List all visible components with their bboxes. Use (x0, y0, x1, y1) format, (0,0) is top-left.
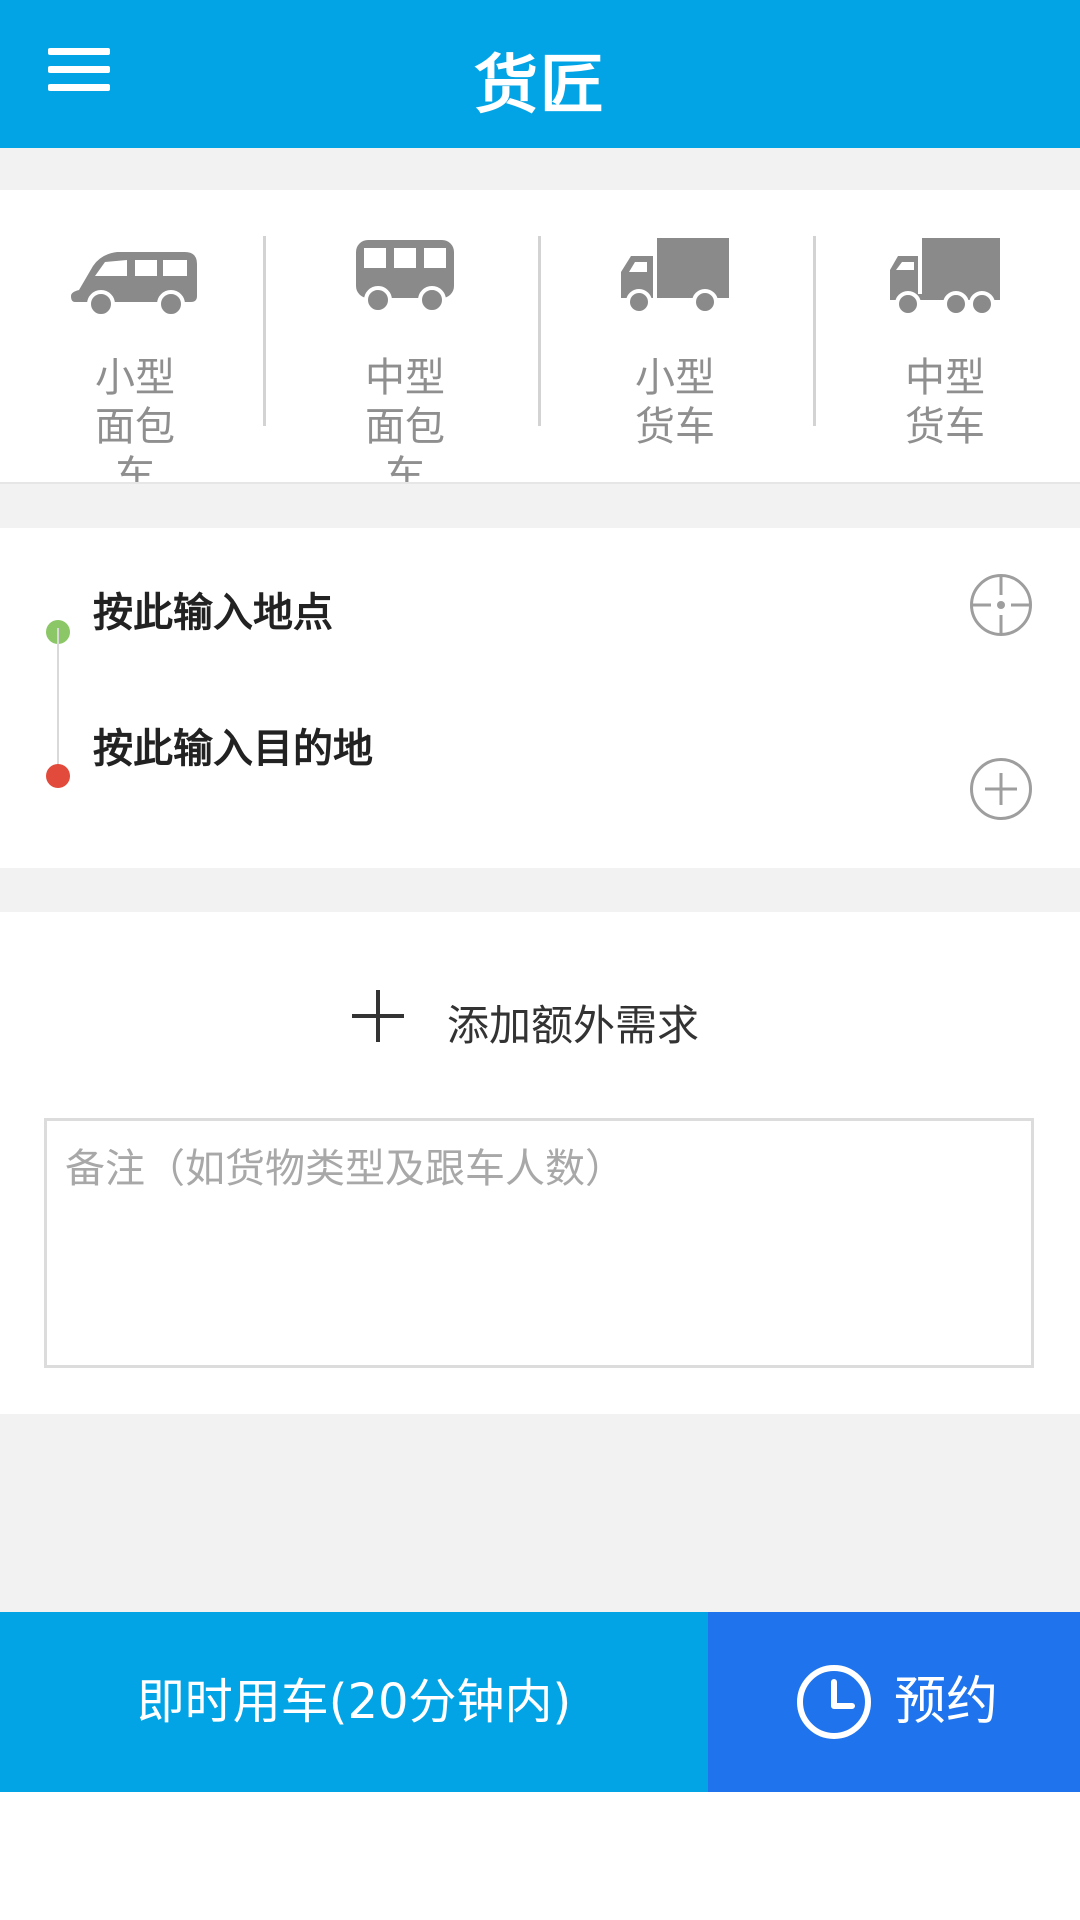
vehicle-label: 小型面包车 (95, 355, 175, 482)
small-truck-icon (621, 238, 729, 315)
extras-panel: 添加额外需求 (0, 912, 1080, 1414)
section-spacer (0, 484, 1080, 528)
section-spacer (0, 868, 1080, 912)
locate-icon[interactable] (970, 574, 1032, 636)
add-extra-label: 添加额外需求 (447, 1001, 700, 1050)
app-title: 货匠 (474, 49, 606, 123)
divider (263, 236, 266, 426)
minibus-icon (356, 240, 454, 314)
app-screen: 货匠 小型面包车 中型面包车 小型货车 中型货车 按此输入地点 按此输入目的地 … (0, 0, 1080, 1920)
van-icon (71, 252, 197, 318)
reserve-label: 预约 (894, 1672, 999, 1732)
top-bar: 货匠 (0, 0, 1080, 148)
vehicle-type-selector: 小型面包车 中型面包车 小型货车 中型货车 (0, 190, 1080, 484)
notes-field[interactable] (44, 1118, 1034, 1368)
bottom-action-bar: 即时用车(20分钟内) 预约 (0, 1612, 1080, 1792)
destination-input[interactable]: 按此输入目的地 (93, 716, 373, 774)
section-spacer (0, 148, 1080, 190)
medium-truck-icon (890, 238, 1000, 317)
vehicle-label: 小型货车 (635, 355, 715, 450)
plus-icon (352, 990, 404, 1042)
address-panel: 按此输入地点 按此输入目的地 (0, 528, 1080, 868)
destination-dot-icon (46, 764, 70, 788)
vehicle-option-medium-van[interactable]: 中型面包车 (270, 190, 540, 482)
clock-icon (797, 1665, 871, 1739)
reserve-button[interactable]: 预约 (708, 1612, 1080, 1792)
route-line (57, 628, 59, 770)
vehicle-option-small-van[interactable]: 小型面包车 (0, 190, 270, 482)
vehicle-option-small-truck[interactable]: 小型货车 (540, 190, 810, 482)
vehicle-label: 中型货车 (905, 355, 985, 450)
instant-order-button[interactable]: 即时用车(20分钟内) (0, 1612, 708, 1792)
origin-input[interactable]: 按此输入地点 (93, 580, 333, 638)
vehicle-option-medium-truck[interactable]: 中型货车 (810, 190, 1080, 482)
vehicle-label: 中型面包车 (365, 355, 445, 482)
section-spacer (0, 1414, 1080, 1612)
add-stop-icon[interactable] (970, 758, 1032, 820)
